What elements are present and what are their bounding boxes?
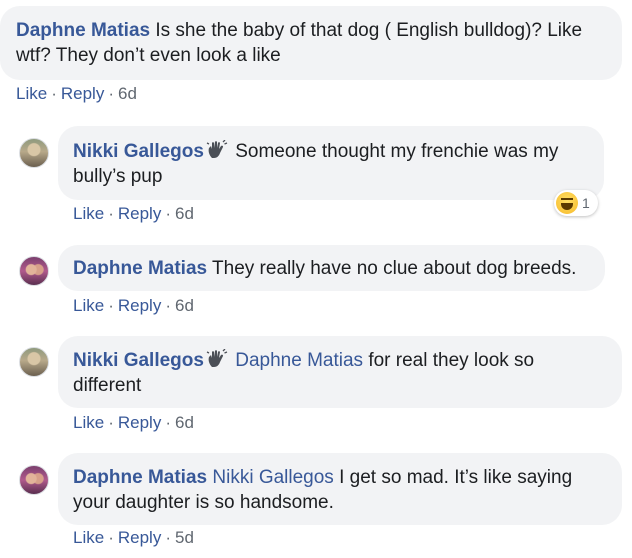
comment-thread: Daphne Matias Is she the baby of that do… bbox=[0, 0, 632, 558]
comment-actions: Like · Reply · 6d bbox=[16, 84, 137, 104]
reply-link[interactable]: Reply bbox=[118, 296, 161, 315]
separator: · bbox=[165, 296, 171, 315]
separator: · bbox=[108, 204, 114, 223]
reply-link[interactable]: Reply bbox=[61, 84, 104, 103]
comment-text-line2: bully’s pup bbox=[73, 166, 163, 187]
comment-text: Is she the baby of that dog ( English bu… bbox=[155, 20, 583, 41]
comment-bubble: Daphne Matias Nikki Gallegos I get so ma… bbox=[58, 453, 622, 525]
comment-text-line2: wtf? They don’t even look a like bbox=[16, 45, 281, 66]
separator: · bbox=[165, 204, 171, 223]
separator: · bbox=[108, 528, 114, 547]
comment-author[interactable]: Daphne Matias bbox=[16, 20, 150, 41]
comment-actions: Like · Reply · 6d bbox=[73, 413, 194, 433]
timestamp[interactable]: 6d bbox=[118, 84, 137, 103]
reply-link[interactable]: Reply bbox=[118, 528, 161, 547]
avatar[interactable] bbox=[19, 347, 49, 377]
avatar[interactable] bbox=[19, 256, 49, 286]
like-link[interactable]: Like bbox=[73, 413, 104, 432]
reaction-count: 1 bbox=[582, 195, 590, 211]
comment-bubble: Nikki Gallegos Daphne Matias for real th… bbox=[58, 336, 622, 408]
comment-author[interactable]: Nikki Gallegos bbox=[73, 350, 204, 371]
separator: · bbox=[108, 413, 114, 432]
comment-actions: Like · Reply · 6d bbox=[73, 296, 194, 316]
comment-author[interactable]: Daphne Matias bbox=[73, 467, 207, 488]
comment-text-line2: different bbox=[73, 375, 142, 396]
comment-text: I get so mad. It’s like saying bbox=[339, 467, 573, 488]
comment-bubble: Daphne Matias Is she the baby of that do… bbox=[0, 6, 622, 80]
avatar[interactable] bbox=[19, 465, 49, 495]
timestamp[interactable]: 6d bbox=[175, 413, 194, 432]
comment-author[interactable]: Nikki Gallegos bbox=[73, 141, 204, 162]
timestamp[interactable]: 6d bbox=[175, 296, 194, 315]
separator: · bbox=[165, 413, 171, 432]
separator: · bbox=[51, 84, 57, 103]
comment-bubble: Nikki Gallegos Someone thought my french… bbox=[58, 126, 604, 200]
comment-author[interactable]: Daphne Matias bbox=[73, 258, 207, 279]
separator: · bbox=[108, 296, 114, 315]
like-link[interactable]: Like bbox=[73, 204, 104, 223]
like-link[interactable]: Like bbox=[73, 528, 104, 547]
waving-hand-icon bbox=[206, 139, 228, 160]
separator: · bbox=[108, 84, 114, 103]
avatar[interactable] bbox=[19, 138, 49, 168]
comment-text: Someone thought my frenchie was my bbox=[235, 141, 559, 162]
reply-link[interactable]: Reply bbox=[118, 204, 161, 223]
comment-actions: Like · Reply · 5d bbox=[73, 528, 194, 548]
separator: · bbox=[165, 528, 171, 547]
mention-link[interactable]: Daphne Matias bbox=[235, 350, 363, 371]
comment-actions: Like · Reply · 6d bbox=[73, 204, 194, 224]
reply-link[interactable]: Reply bbox=[118, 413, 161, 432]
reaction-summary[interactable]: 1 bbox=[554, 190, 598, 216]
mention-link[interactable]: Nikki Gallegos bbox=[212, 467, 333, 488]
comment-text-line2: your daughter is so handsome. bbox=[73, 492, 334, 513]
comment-text: They really have no clue about dog breed… bbox=[212, 258, 577, 279]
comment-bubble: Daphne Matias They really have no clue a… bbox=[58, 245, 605, 291]
waving-hand-icon bbox=[206, 348, 228, 369]
like-link[interactable]: Like bbox=[16, 84, 47, 103]
timestamp[interactable]: 6d bbox=[175, 204, 194, 223]
haha-icon bbox=[556, 192, 578, 214]
like-link[interactable]: Like bbox=[73, 296, 104, 315]
comment-text: for real they look so bbox=[368, 350, 535, 371]
timestamp[interactable]: 5d bbox=[175, 528, 194, 547]
